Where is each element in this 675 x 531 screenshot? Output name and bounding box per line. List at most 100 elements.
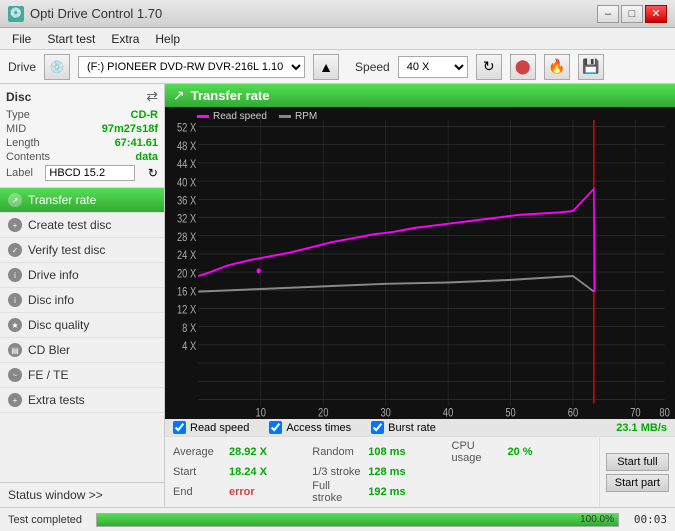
- nav-icon-extra-tests: +: [8, 393, 22, 407]
- chart-svg: 52 X 48 X 44 X 40 X 36 X 32 X 28 X 24 X …: [165, 107, 675, 419]
- window-title: Opti Drive Control 1.70: [30, 6, 162, 21]
- drive-bar: Drive 💿 (F:) PIONEER DVD-RW DVR-216L 1.1…: [0, 50, 675, 84]
- drive-icon: 💿: [44, 54, 70, 80]
- svg-text:40: 40: [443, 406, 454, 419]
- burst-rate-checkbox[interactable]: [371, 421, 384, 434]
- nav-icon-disc-info: i: [8, 293, 22, 307]
- svg-text:32 X: 32 X: [177, 213, 196, 226]
- nav-label-verify-test-disc: Verify test disc: [28, 243, 105, 257]
- burst-rate-checkbox-label: Burst rate: [388, 422, 436, 434]
- burst-rate-value-group: 23.1 MB/s: [616, 422, 667, 434]
- nav-items: ↗ Transfer rate + Create test disc ✓ Ver…: [0, 188, 164, 482]
- maximize-button[interactable]: □: [621, 5, 643, 23]
- nav-item-extra-tests[interactable]: + Extra tests: [0, 388, 164, 413]
- stats-data-area: Average 28.92 X Random 108 ms CPU usage …: [165, 437, 675, 507]
- svg-text:12 X: 12 X: [177, 304, 196, 317]
- burst-rate-checkbox-group[interactable]: Burst rate: [371, 421, 436, 434]
- erase-button[interactable]: ⬤: [510, 54, 536, 80]
- svg-text:30: 30: [380, 406, 391, 419]
- status-window-button[interactable]: Status window >>: [0, 482, 164, 507]
- burst-rate-value: 23.1 MB/s: [616, 422, 667, 434]
- minimize-button[interactable]: –: [597, 5, 619, 23]
- access-times-checkbox[interactable]: [269, 421, 282, 434]
- status-text: Test completed: [8, 514, 88, 526]
- menu-start-test[interactable]: Start test: [39, 30, 103, 48]
- svg-text:24 X: 24 X: [177, 249, 196, 262]
- stat-cpu-value: 20 %: [508, 446, 533, 458]
- nav-item-create-test-disc[interactable]: + Create test disc: [0, 213, 164, 238]
- save-button[interactable]: 💾: [578, 54, 604, 80]
- progress-container: 100.0%: [96, 513, 619, 527]
- title-bar: 💿 Opti Drive Control 1.70 – □ ✕: [0, 0, 675, 28]
- disc-type-label: Type: [6, 109, 30, 121]
- stats-cols: Average 28.92 X Random 108 ms CPU usage …: [165, 437, 599, 507]
- menu-help[interactable]: Help: [147, 30, 188, 48]
- nav-item-verify-test-disc[interactable]: ✓ Verify test disc: [0, 238, 164, 263]
- stat-random-value: 108 ms: [368, 446, 405, 458]
- read-speed-checkbox-label: Read speed: [190, 422, 249, 434]
- nav-icon-verify-test-disc: ✓: [8, 243, 22, 257]
- start-full-button[interactable]: Start full: [606, 453, 669, 471]
- legend-rpm: RPM: [279, 111, 317, 122]
- disc-mid-label: MID: [6, 123, 26, 135]
- access-times-checkbox-group[interactable]: Access times: [269, 421, 351, 434]
- stat-stroke13-row: 1/3 stroke 128 ms: [312, 466, 451, 478]
- read-speed-checkbox[interactable]: [173, 421, 186, 434]
- svg-text:10: 10: [256, 406, 267, 419]
- stat-fullstroke-row: Full stroke 192 ms: [312, 480, 451, 504]
- svg-text:28 X: 28 X: [177, 231, 196, 244]
- status-window-label: Status window >>: [8, 488, 103, 502]
- progress-bar: [97, 514, 618, 526]
- disc-label-label: Label: [6, 167, 33, 179]
- stat-cpu-label: CPU usage: [452, 440, 502, 464]
- svg-text:50: 50: [505, 406, 516, 419]
- drive-select[interactable]: (F:) PIONEER DVD-RW DVR-216L 1.10: [78, 56, 305, 78]
- disc-label-input[interactable]: [45, 165, 135, 181]
- nav-label-disc-info: Disc info: [28, 293, 74, 307]
- nav-label-create-test-disc: Create test disc: [28, 218, 111, 232]
- nav-item-fe-te[interactable]: ~ FE / TE: [0, 363, 164, 388]
- nav-item-disc-quality[interactable]: ★ Disc quality: [0, 313, 164, 338]
- start-part-button[interactable]: Start part: [606, 474, 669, 492]
- disc-label-refresh-icon[interactable]: ↻: [148, 166, 158, 180]
- disc-refresh-icon[interactable]: ⇄: [146, 88, 158, 105]
- svg-text:8 X: 8 X: [182, 322, 196, 335]
- svg-text:16 X: 16 X: [177, 286, 196, 299]
- stat-start-label: Start: [173, 466, 223, 478]
- app-icon: 💿: [8, 6, 24, 22]
- chart-header-icon: ↗: [173, 87, 185, 104]
- stats-checkboxes-row: Read speed Access times Burst rate 23.1 …: [165, 419, 675, 437]
- nav-icon-fe-te: ~: [8, 368, 22, 382]
- speed-select[interactable]: 40 X: [398, 56, 468, 78]
- svg-text:20: 20: [318, 406, 329, 419]
- speed-label: Speed: [355, 60, 390, 74]
- nav-label-disc-quality: Disc quality: [28, 318, 89, 332]
- chart-container: Read speed RPM: [165, 107, 675, 419]
- menu-extra[interactable]: Extra: [103, 30, 147, 48]
- nav-item-drive-info[interactable]: i Drive info: [0, 263, 164, 288]
- chart-legend: Read speed RPM: [197, 111, 317, 122]
- access-times-checkbox-label: Access times: [286, 422, 351, 434]
- close-button[interactable]: ✕: [645, 5, 667, 23]
- status-bar: Test completed 100.0% 00:03: [0, 507, 675, 531]
- nav-item-transfer-rate[interactable]: ↗ Transfer rate: [0, 188, 164, 213]
- stats-bottom: Read speed Access times Burst rate 23.1 …: [165, 419, 675, 507]
- disc-length-label: Length: [6, 137, 40, 149]
- burn-button[interactable]: 🔥: [544, 54, 570, 80]
- legend-color-rpm: [279, 115, 291, 118]
- nav-item-cd-bler[interactable]: ▤ CD Bler: [0, 338, 164, 363]
- stat-fullstroke-label: Full stroke: [312, 480, 362, 504]
- stat-average-label: Average: [173, 446, 223, 458]
- menu-file[interactable]: File: [4, 30, 39, 48]
- eject-button[interactable]: ▲: [313, 54, 339, 80]
- refresh-button[interactable]: ↻: [476, 54, 502, 80]
- disc-length-value: 67:41.61: [115, 137, 158, 149]
- svg-text:36 X: 36 X: [177, 195, 196, 208]
- stat-start-row: Start 18.24 X: [173, 466, 312, 478]
- nav-icon-create-test-disc: +: [8, 218, 22, 232]
- stat-start-value: 18.24 X: [229, 466, 267, 478]
- stat-average-value: 28.92 X: [229, 446, 267, 458]
- stat-empty-row: [452, 466, 591, 478]
- read-speed-checkbox-group[interactable]: Read speed: [173, 421, 249, 434]
- nav-item-disc-info[interactable]: i Disc info: [0, 288, 164, 313]
